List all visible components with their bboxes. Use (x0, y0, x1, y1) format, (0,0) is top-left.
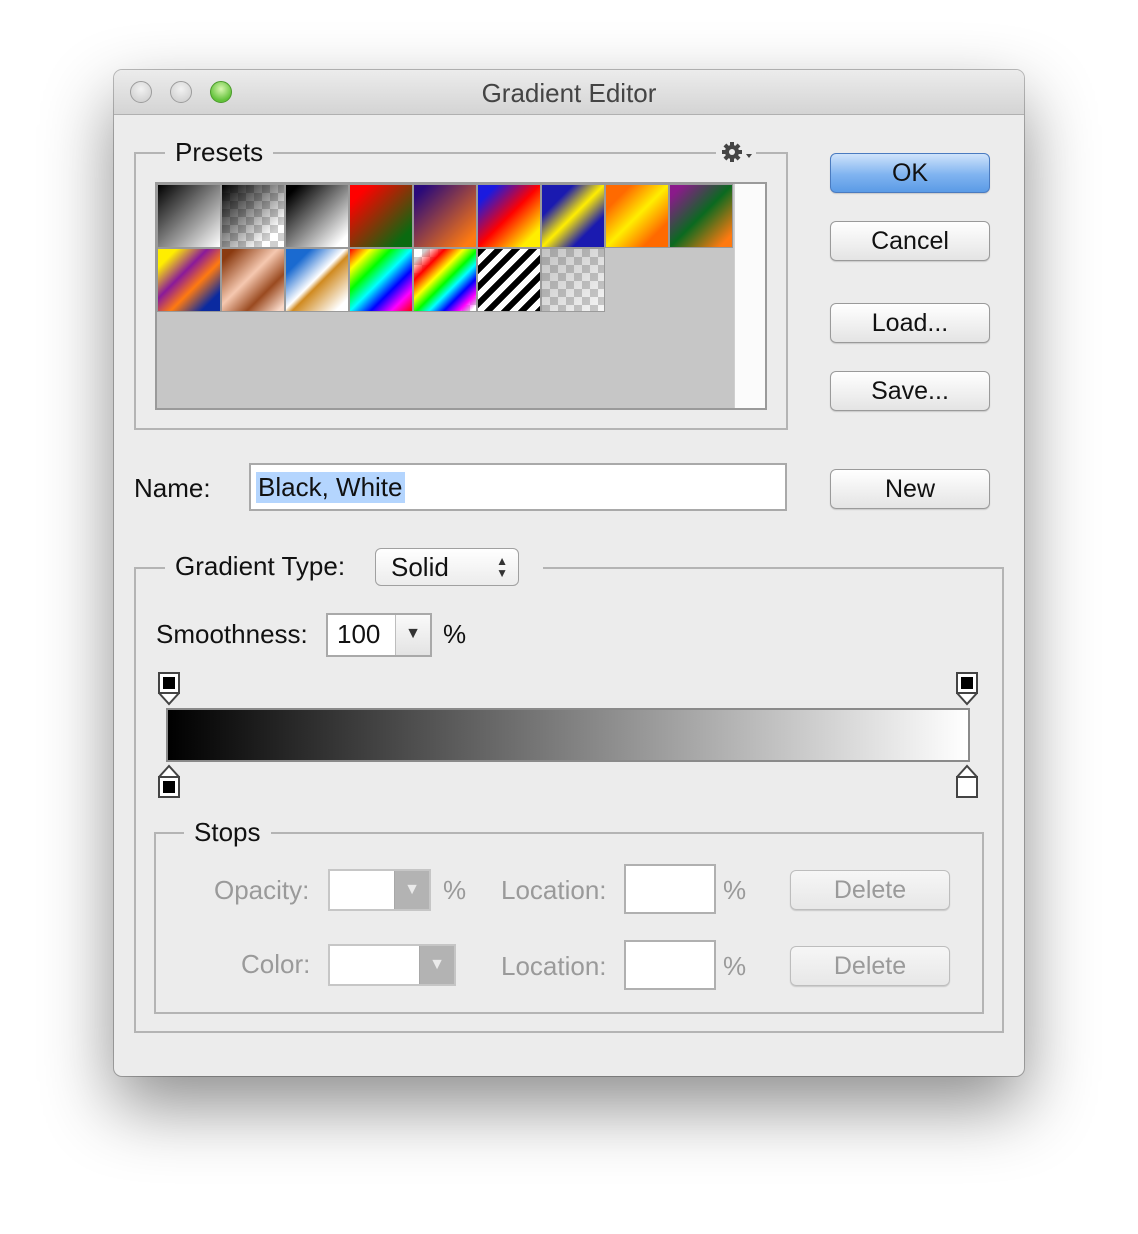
color-location-unit: % (723, 951, 747, 981)
color-stop-left[interactable] (158, 764, 180, 798)
presets-scrollbar[interactable] (734, 184, 765, 408)
opacity-combo[interactable]: ▼ (328, 869, 431, 911)
smoothness-value: 100 (337, 619, 381, 649)
preset-swatch[interactable] (157, 184, 221, 248)
new-button[interactable]: New (830, 469, 990, 509)
opacity-label: Opacity: (214, 875, 310, 905)
stops-group (154, 832, 984, 1014)
preset-swatch[interactable] (157, 248, 221, 312)
gradient-type-label: Gradient Type: (175, 551, 346, 581)
gradient-preview-bar[interactable] (166, 708, 970, 762)
color-stop-right[interactable] (956, 764, 978, 798)
ok-button[interactable]: OK (830, 153, 990, 193)
name-field-value: Black, White (256, 472, 405, 503)
color-label: Color: (241, 949, 311, 979)
preset-swatch[interactable] (605, 184, 669, 248)
window-title: Gradient Editor (481, 78, 657, 108)
preset-swatch[interactable] (349, 248, 413, 312)
chevron-down-icon[interactable]: ▼ (395, 615, 430, 655)
color-location-field[interactable] (624, 940, 716, 990)
color-location-label: Location: (501, 951, 607, 981)
opacity-location-unit: % (723, 875, 747, 905)
color-swatch-picker[interactable]: ▼ (328, 944, 456, 986)
preset-swatch[interactable] (285, 248, 349, 312)
smoothness-unit: % (443, 619, 467, 649)
presets-menu-button[interactable] (716, 138, 756, 168)
stops-label: Stops (184, 817, 271, 848)
preset-swatch[interactable] (477, 248, 541, 312)
cancel-button[interactable]: Cancel (830, 221, 990, 261)
updown-arrows-icon: ▲ ▼ (496, 554, 508, 580)
gradient-editor-window: Gradient Editor Presets OK Cancel Load..… (114, 70, 1024, 1076)
name-label: Name: (134, 473, 211, 503)
name-field[interactable]: Black, White (249, 463, 787, 511)
preset-swatch[interactable] (285, 184, 349, 248)
delete-color-stop-button[interactable]: Delete (790, 946, 950, 986)
opacity-location-field[interactable] (624, 864, 716, 914)
title-bar: Gradient Editor (114, 70, 1024, 115)
save-button[interactable]: Save... (830, 371, 990, 411)
preset-swatch[interactable] (413, 184, 477, 248)
preset-swatch[interactable] (477, 184, 541, 248)
opacity-stop-right[interactable] (956, 672, 978, 706)
preset-swatch[interactable] (541, 248, 605, 312)
smoothness-combo[interactable]: 100 ▼ (326, 613, 432, 657)
gradient-type-select[interactable]: Solid ▲ ▼ (375, 548, 519, 586)
gear-icon (722, 142, 752, 162)
load-button[interactable]: Load... (830, 303, 990, 343)
preset-swatch[interactable] (669, 184, 733, 248)
gradient-type-value: Solid (391, 552, 449, 582)
opacity-stop-left[interactable] (158, 672, 180, 706)
presets-label: Presets (165, 137, 274, 168)
preset-swatch[interactable] (541, 184, 605, 248)
smoothness-label: Smoothness: (156, 619, 308, 649)
chevron-down-icon[interactable]: ▼ (419, 946, 454, 984)
opacity-unit: % (443, 875, 467, 905)
preset-swatch[interactable] (349, 184, 413, 248)
opacity-location-label: Location: (501, 875, 607, 905)
preset-swatch[interactable] (221, 248, 285, 312)
presets-swatch-grid (155, 182, 767, 410)
delete-opacity-stop-button[interactable]: Delete (790, 870, 950, 910)
preset-swatch[interactable] (221, 184, 285, 248)
chevron-down-icon[interactable]: ▼ (394, 871, 429, 909)
preset-swatch[interactable] (413, 248, 477, 312)
